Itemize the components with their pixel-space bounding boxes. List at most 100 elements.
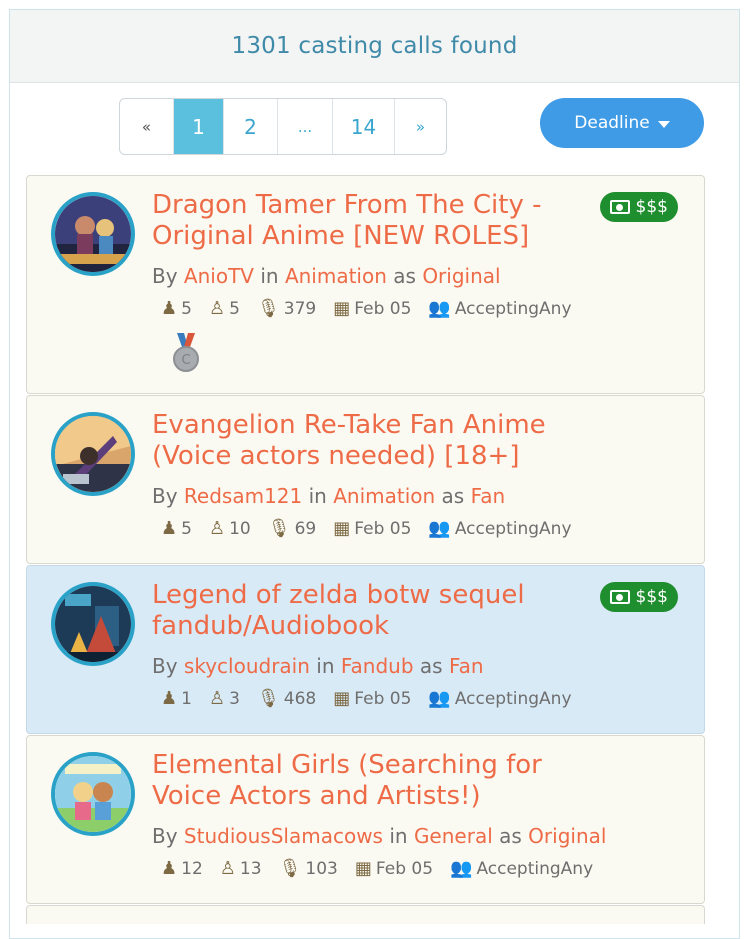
svg-text:C: C: [181, 353, 190, 368]
male-roles-count: 5: [229, 299, 240, 319]
type-link[interactable]: Original: [422, 264, 500, 288]
page-ellipsis: ...: [277, 99, 332, 154]
female-roles-count: 5: [181, 299, 192, 319]
as-text: as: [393, 264, 416, 288]
as-text: as: [441, 484, 465, 508]
casting-title[interactable]: Dragon Tamer From The City - Original An…: [152, 190, 592, 252]
type-link[interactable]: Original: [528, 824, 606, 848]
category-link[interactable]: Animation: [333, 484, 435, 508]
card-stats: ♟ 5 ♙ 5 🎙 379 ▦ Feb 05 👥 AcceptingAny: [161, 299, 589, 319]
female-role-icon: ♟: [161, 688, 178, 709]
byline: By AnioTV in Animation as Original: [152, 264, 501, 288]
results-header: 1301 casting calls found: [10, 10, 739, 83]
calendar-icon: ▦: [333, 298, 351, 319]
deadline-date: Feb 05: [354, 519, 412, 539]
group-icon: 👥: [450, 858, 473, 879]
money-icon: [609, 200, 630, 214]
female-roles-count: 1: [181, 689, 192, 709]
paid-badge: $$$: [599, 192, 678, 222]
microphone-icon: 🎙: [256, 688, 280, 709]
caret-down-icon: [657, 120, 670, 128]
paid-badge: $$$: [599, 582, 678, 612]
as-text: as: [499, 824, 522, 848]
female-role-icon: ♟: [161, 858, 178, 879]
casting-title[interactable]: Elemental Girls (Searching for Voice Act…: [152, 750, 592, 812]
card-stats: ♟ 5 ♙ 10 🎙 69 ▦ Feb 05 👥 AcceptingAny: [161, 519, 589, 539]
category-link[interactable]: Animation: [285, 264, 387, 288]
auditions-count: 69: [294, 519, 317, 539]
auditions-count: 468: [283, 689, 317, 709]
category-link[interactable]: General: [414, 824, 493, 848]
page-14-button[interactable]: 14: [332, 99, 394, 154]
author-link[interactable]: AnioTV: [184, 264, 254, 288]
sort-label: Deadline: [574, 113, 650, 133]
by-text: By: [152, 264, 178, 288]
calendar-icon: ▦: [333, 518, 351, 539]
casting-card[interactable]: Dragon Tamer From The City - Original An…: [26, 175, 705, 394]
page-2-button[interactable]: 2: [223, 99, 277, 154]
group-icon: 👥: [428, 688, 451, 709]
by-text: By: [152, 654, 178, 678]
casting-title[interactable]: Evangelion Re-Take Fan Anime (Voice acto…: [152, 410, 592, 472]
page-1-button[interactable]: 1: [173, 99, 223, 154]
page-next-button[interactable]: »: [394, 99, 446, 154]
male-role-icon: ♙: [219, 858, 236, 879]
byline: By StudiousSlamacows in General as Origi…: [152, 824, 606, 848]
author-link[interactable]: Redsam121: [184, 484, 302, 508]
male-roles-count: 3: [229, 689, 240, 709]
byline: By Redsam121 in Animation as Fan: [152, 484, 505, 508]
accepting-status: AcceptingAny: [454, 299, 572, 319]
type-link[interactable]: Fan: [449, 654, 484, 678]
card-stats: ♟ 1 ♙ 3 🎙 468 ▦ Feb 05 👥 AcceptingAny: [161, 689, 589, 709]
casting-card[interactable]: Legend of zelda botw sequel fandub/Audio…: [26, 565, 705, 734]
card-stats: ♟ 12 ♙ 13 🎙 103 ▦ Feb 05 👥 AcceptingAny: [161, 859, 610, 879]
by-text: By: [152, 484, 178, 508]
calendar-icon: ▦: [354, 858, 372, 879]
by-text: By: [152, 824, 178, 848]
accepting-status: AcceptingAny: [454, 689, 572, 709]
type-link[interactable]: Fan: [471, 484, 506, 508]
microphone-icon: 🎙: [256, 298, 280, 319]
male-roles-count: 13: [239, 859, 262, 879]
male-role-icon: ♙: [208, 688, 226, 709]
as-text: as: [419, 654, 443, 678]
sort-dropdown-button[interactable]: Deadline: [540, 98, 704, 148]
casting-card[interactable]: Evangelion Re-Take Fan Anime (Voice acto…: [26, 395, 705, 564]
microphone-icon: 🎙: [267, 518, 291, 539]
page-prev-button[interactable]: «: [120, 99, 173, 154]
in-text: in: [316, 654, 335, 678]
female-role-icon: ♟: [161, 298, 178, 319]
avatar[interactable]: [51, 412, 135, 496]
in-text: in: [389, 824, 408, 848]
male-role-icon: ♙: [208, 518, 226, 539]
money-icon: [609, 590, 630, 604]
in-text: in: [260, 264, 279, 288]
category-link[interactable]: Fandub: [341, 654, 414, 678]
deadline-date: Feb 05: [354, 299, 412, 319]
auditions-count: 379: [283, 299, 317, 319]
male-roles-count: 10: [229, 519, 251, 539]
male-role-icon: ♙: [208, 298, 226, 319]
casting-card[interactable]: Elemental Girls (Searching for Voice Act…: [26, 735, 705, 904]
medal-icon: C: [173, 333, 199, 372]
author-link[interactable]: skycloudrain: [184, 654, 310, 678]
calendar-icon: ▦: [333, 688, 351, 709]
accepting-status: AcceptingAny: [476, 859, 594, 879]
avatar[interactable]: [51, 582, 135, 666]
female-roles-count: 12: [181, 859, 203, 879]
accepting-status: AcceptingAny: [454, 519, 572, 539]
results-count: 1301 casting calls found: [231, 33, 518, 59]
in-text: in: [308, 484, 327, 508]
group-icon: 👥: [428, 298, 451, 319]
deadline-date: Feb 05: [354, 689, 412, 709]
female-roles-count: 5: [181, 519, 192, 539]
female-role-icon: ♟: [161, 518, 178, 539]
casting-card[interactable]: [26, 905, 705, 924]
avatar[interactable]: [51, 752, 135, 836]
avatar[interactable]: [51, 192, 135, 276]
author-link[interactable]: StudiousSlamacows: [184, 824, 383, 848]
casting-title[interactable]: Legend of zelda botw sequel fandub/Audio…: [152, 580, 592, 642]
auditions-count: 103: [305, 859, 338, 879]
group-icon: 👥: [428, 518, 451, 539]
pagination: « 1 2 ... 14 »: [119, 98, 447, 155]
